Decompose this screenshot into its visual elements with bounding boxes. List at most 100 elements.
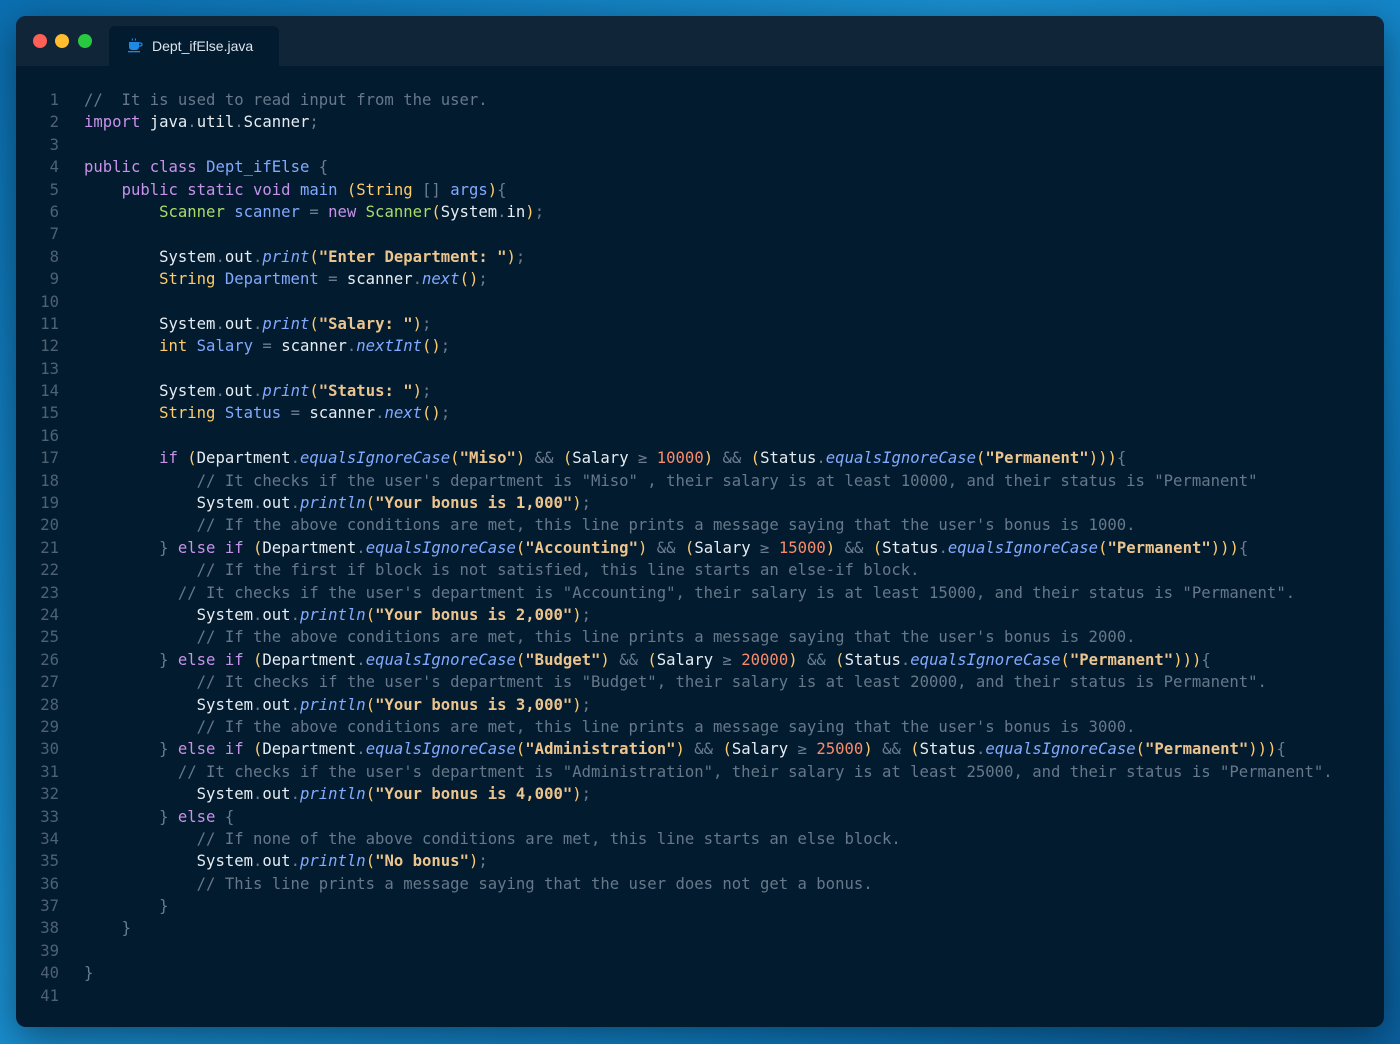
identifier: scanner bbox=[309, 404, 376, 423]
code-line: 33 } else { bbox=[16, 806, 1384, 828]
type: String bbox=[356, 180, 413, 199]
line-number: 6 bbox=[49, 202, 59, 221]
type: Scanner bbox=[159, 202, 225, 221]
code-line: 12 int Salary = scanner.nextInt(); bbox=[16, 335, 1384, 357]
identifier: Status bbox=[760, 449, 817, 468]
line-number: 41 bbox=[40, 986, 59, 1005]
identifier: Status bbox=[882, 538, 939, 557]
code-line: 3 bbox=[16, 134, 1384, 156]
keyword: if bbox=[224, 650, 244, 669]
identifier: Salary bbox=[572, 449, 629, 468]
identifier: Salary bbox=[694, 538, 751, 557]
identifier: Status bbox=[844, 650, 901, 669]
code-line: 39 bbox=[16, 940, 1384, 962]
comment: // It checks if the user's department is… bbox=[196, 673, 1267, 692]
keyword: else bbox=[177, 740, 216, 759]
code-line: 26 } else if (Department.equalsIgnoreCas… bbox=[16, 649, 1384, 671]
type: int bbox=[159, 337, 188, 356]
identifier: Scanner bbox=[243, 113, 310, 132]
string-literal: "Accounting" bbox=[525, 538, 638, 557]
title-bar: Dept_ifElse.java bbox=[16, 16, 1384, 66]
file-tab[interactable]: Dept_ifElse.java bbox=[109, 26, 279, 66]
comment: // It checks if the user's department is… bbox=[196, 471, 1258, 490]
string-literal: "Your bonus is 3,000" bbox=[375, 695, 573, 714]
method-call: next bbox=[422, 270, 460, 289]
identifier: Department bbox=[262, 538, 357, 557]
code-editor[interactable]: 1 // It is used to read input from the us… bbox=[16, 89, 1384, 1007]
identifier: Department bbox=[224, 270, 319, 289]
method-call: equalsIgnoreCase bbox=[985, 740, 1136, 759]
code-line: 34 // If none of the above conditions ar… bbox=[16, 828, 1384, 850]
comment: // It checks if the user's department is… bbox=[177, 762, 1333, 781]
identifier: out bbox=[262, 695, 291, 714]
method-call: println bbox=[299, 494, 366, 513]
line-number: 17 bbox=[40, 449, 59, 468]
line-number: 30 bbox=[40, 740, 59, 759]
code-line: 25 // If the above conditions are met, t… bbox=[16, 626, 1384, 648]
line-number: 31 bbox=[40, 762, 59, 781]
identifier: Department bbox=[196, 449, 291, 468]
comment: // If the above conditions are met, this… bbox=[196, 516, 1136, 535]
keyword: else bbox=[177, 538, 216, 557]
code-line: 15 String Status = scanner.next(); bbox=[16, 402, 1384, 424]
method-call: next bbox=[384, 404, 423, 423]
maximize-window-button[interactable] bbox=[78, 34, 92, 48]
identifier: System bbox=[159, 314, 216, 333]
line-number: 11 bbox=[40, 314, 59, 333]
line-number: 36 bbox=[40, 874, 59, 893]
identifier: System bbox=[196, 605, 254, 624]
identifier: Salary bbox=[656, 650, 714, 669]
line-number: 21 bbox=[40, 538, 59, 557]
line-number: 22 bbox=[40, 561, 59, 580]
code-line: 13 bbox=[16, 358, 1384, 380]
code-line: 14 System.out.print("Status: "); bbox=[16, 380, 1384, 402]
line-number: 38 bbox=[40, 919, 59, 938]
number-literal: 25000 bbox=[816, 740, 864, 759]
minimize-window-button[interactable] bbox=[55, 34, 69, 48]
identifier: System bbox=[440, 202, 498, 221]
type: String bbox=[159, 270, 216, 289]
code-line: 4 public class Dept_ifElse { bbox=[16, 156, 1384, 178]
line-number: 34 bbox=[40, 829, 59, 848]
string-literal: "Permanent" bbox=[1145, 740, 1249, 759]
line-number: 25 bbox=[40, 628, 59, 647]
tab-label: Dept_ifElse.java bbox=[152, 38, 254, 54]
line-number: 20 bbox=[40, 516, 59, 535]
close-window-button[interactable] bbox=[33, 34, 47, 48]
code-line: 23 // It checks if the user's department… bbox=[16, 582, 1384, 604]
keyword: new bbox=[328, 202, 357, 221]
identifier: scanner bbox=[346, 270, 413, 289]
code-line: 1 // It is used to read input from the us… bbox=[16, 89, 1384, 111]
string-literal: "Budget" bbox=[525, 650, 601, 669]
code-line: 19 System.out.println("Your bonus is 1,0… bbox=[16, 492, 1384, 514]
string-literal: "Your bonus is 2,000" bbox=[375, 605, 573, 624]
code-line: 37 } bbox=[16, 895, 1384, 917]
code-line: 31 // It checks if the user's department… bbox=[16, 761, 1384, 783]
line-number: 37 bbox=[40, 897, 59, 916]
identifier: Salary bbox=[731, 740, 789, 759]
code-line: 30 } else if (Department.equalsIgnoreCas… bbox=[16, 738, 1384, 760]
line-number: 32 bbox=[40, 785, 59, 804]
code-line: 8 System.out.print("Enter Department: ")… bbox=[16, 246, 1384, 268]
keyword: else bbox=[177, 650, 216, 669]
code-line: 29 // If the above conditions are met, t… bbox=[16, 716, 1384, 738]
code-line: 32 System.out.println("Your bonus is 4,0… bbox=[16, 783, 1384, 805]
code-line: 27 // It checks if the user's department… bbox=[16, 671, 1384, 693]
identifier: in bbox=[506, 202, 526, 221]
string-literal: "Permanent" bbox=[1069, 650, 1174, 669]
code-line: 16 bbox=[16, 425, 1384, 447]
method-name: main bbox=[299, 180, 338, 199]
code-line: 11 System.out.print("Salary: "); bbox=[16, 313, 1384, 335]
identifier: out bbox=[224, 314, 254, 333]
string-literal: "No bonus" bbox=[375, 852, 469, 871]
identifier: out bbox=[224, 382, 254, 401]
number-literal: 15000 bbox=[778, 538, 826, 557]
type: Scanner bbox=[365, 202, 432, 221]
line-number: 40 bbox=[40, 964, 59, 983]
method-call: nextInt bbox=[356, 337, 423, 356]
code-line: 5 public static void main (String [] arg… bbox=[16, 179, 1384, 201]
code-line: 7 bbox=[16, 223, 1384, 245]
line-number: 3 bbox=[49, 135, 59, 154]
line-number: 15 bbox=[40, 404, 59, 423]
identifier: util bbox=[196, 113, 235, 132]
